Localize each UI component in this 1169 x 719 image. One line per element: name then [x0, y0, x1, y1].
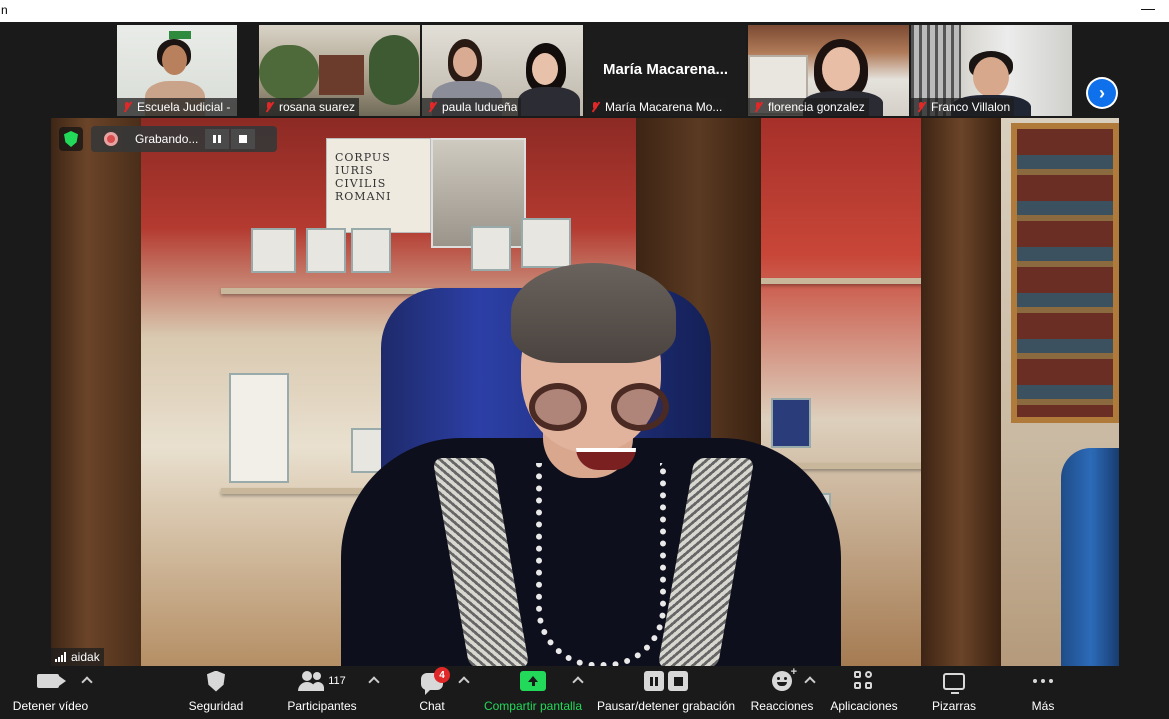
participants-button[interactable]: 117 Participantes [284, 666, 360, 719]
participant-tile[interactable]: paula ludueña [422, 25, 583, 116]
share-screen-icon [520, 671, 546, 691]
pause-stop-recording-button[interactable]: Pausar/detener grabación [596, 666, 736, 719]
apps-icon [854, 671, 874, 691]
chat-button[interactable]: 4 Chat [412, 666, 452, 719]
reactions-icon: + [772, 666, 797, 691]
minimize-button[interactable]: — [1141, 1, 1155, 15]
exit-sign-icon [169, 31, 191, 39]
pause-icon [213, 135, 221, 143]
security-button[interactable]: Seguridad [186, 666, 246, 719]
participant-gallery-strip: Escuela Judicial - Tania rosana suarez p… [0, 22, 1169, 118]
share-screen-button[interactable]: Compartir pantalla [481, 666, 585, 719]
encryption-shield-icon[interactable] [59, 127, 83, 151]
shield-icon [207, 670, 225, 692]
participant-name-bar: rosana suarez [259, 98, 360, 116]
toolbar-label: Pausar/detener grabación [596, 699, 736, 713]
participant-tile[interactable]: florencia gonzalez [748, 25, 909, 116]
participant-name-bar: María Macarena Mo... [585, 98, 727, 116]
muted-mic-icon [915, 101, 927, 113]
participant-name-bar: Franco Villalon [911, 98, 1015, 116]
muted-mic-icon [752, 101, 764, 113]
chevron-right-icon: › [1088, 79, 1116, 107]
participant-name-bar: paula ludueña [422, 98, 522, 116]
whiteboards-button[interactable]: Pizarras [928, 666, 980, 719]
participant-tile[interactable]: Franco Villalon [911, 25, 1072, 116]
glasses-icon [529, 383, 679, 433]
participant-tile[interactable]: Escuela Judicial - Tania [117, 25, 237, 116]
muted-mic-icon [426, 101, 438, 113]
recording-status: Grabando... [135, 132, 199, 146]
participant-count: 117 [328, 675, 346, 687]
necklace [536, 463, 666, 666]
speaker-hair [511, 263, 676, 363]
participant-name-bar: Escuela Judicial - Tania [117, 98, 237, 116]
active-speaker-video[interactable]: CORPUS IURIS CIVILIS ROMANI [51, 118, 1119, 666]
video-camera-icon [36, 674, 66, 688]
toolbar-label: Reacciones [750, 699, 814, 713]
stop-video-button[interactable]: Detener vídeo [8, 666, 93, 719]
pause-recording-button[interactable] [205, 129, 229, 149]
stop-icon [239, 135, 247, 143]
participant-name: florencia gonzalez [768, 100, 865, 114]
toolbar-label: Pizarras [931, 699, 976, 713]
toolbar-label: Aplicaciones [830, 699, 898, 713]
unread-badge: 4 [434, 667, 450, 683]
more-button[interactable]: Más [1024, 666, 1062, 719]
participant-name: Escuela Judicial - Tania [137, 100, 233, 114]
recording-indicator: Grabando... [91, 126, 277, 152]
window-title-bar: n — [0, 0, 1169, 22]
participant-tile[interactable]: rosana suarez [259, 25, 420, 116]
toolbar-label: Detener vídeo [12, 699, 89, 713]
meeting-toolbar: Detener vídeo Seguridad 117 Participante… [0, 666, 1169, 719]
whiteboard-icon [943, 672, 965, 694]
participants-options-chevron-icon[interactable] [368, 676, 380, 688]
window-title-fragment: n [1, 3, 8, 17]
signal-strength-icon [55, 652, 66, 662]
reactions-button[interactable]: + Reacciones [750, 666, 814, 719]
next-page-button[interactable]: › [1086, 77, 1118, 109]
recording-dot-icon [104, 132, 118, 146]
book-title: CORPUS IURIS CIVILIS ROMANI [335, 151, 392, 203]
display-book: CORPUS IURIS CIVILIS ROMANI [326, 138, 431, 233]
participant-name: rosana suarez [279, 100, 356, 114]
participant-display-name: María Macarena... [602, 61, 729, 78]
more-icon [1033, 679, 1053, 683]
toolbar-label: Participantes [287, 699, 357, 713]
participants-icon [298, 671, 325, 691]
muted-mic-icon [121, 101, 133, 113]
participant-name: paula ludueña [442, 100, 518, 114]
participant-tile[interactable]: María Macarena... María Macarena Mo... [585, 25, 746, 116]
participant-name-bar: florencia gonzalez [748, 98, 869, 116]
toolbar-label: Más [1031, 699, 1055, 713]
stop-recording-button[interactable] [231, 129, 255, 149]
chat-options-chevron-icon[interactable] [458, 676, 470, 688]
toolbar-label: Chat [419, 699, 445, 713]
speaker-name: aidak [71, 650, 100, 664]
muted-mic-icon [589, 101, 601, 113]
muted-mic-icon [263, 101, 275, 113]
pause-stop-recording-icon [644, 671, 688, 691]
participant-name: Franco Villalon [931, 100, 1011, 114]
speaker-name-bar: aidak [51, 648, 104, 666]
bookcase [1011, 123, 1119, 423]
participant-name: María Macarena Mo... [605, 100, 723, 114]
toolbar-label: Seguridad [188, 699, 244, 713]
toolbar-label: Compartir pantalla [483, 699, 583, 713]
apps-button[interactable]: Aplicaciones [828, 666, 900, 719]
